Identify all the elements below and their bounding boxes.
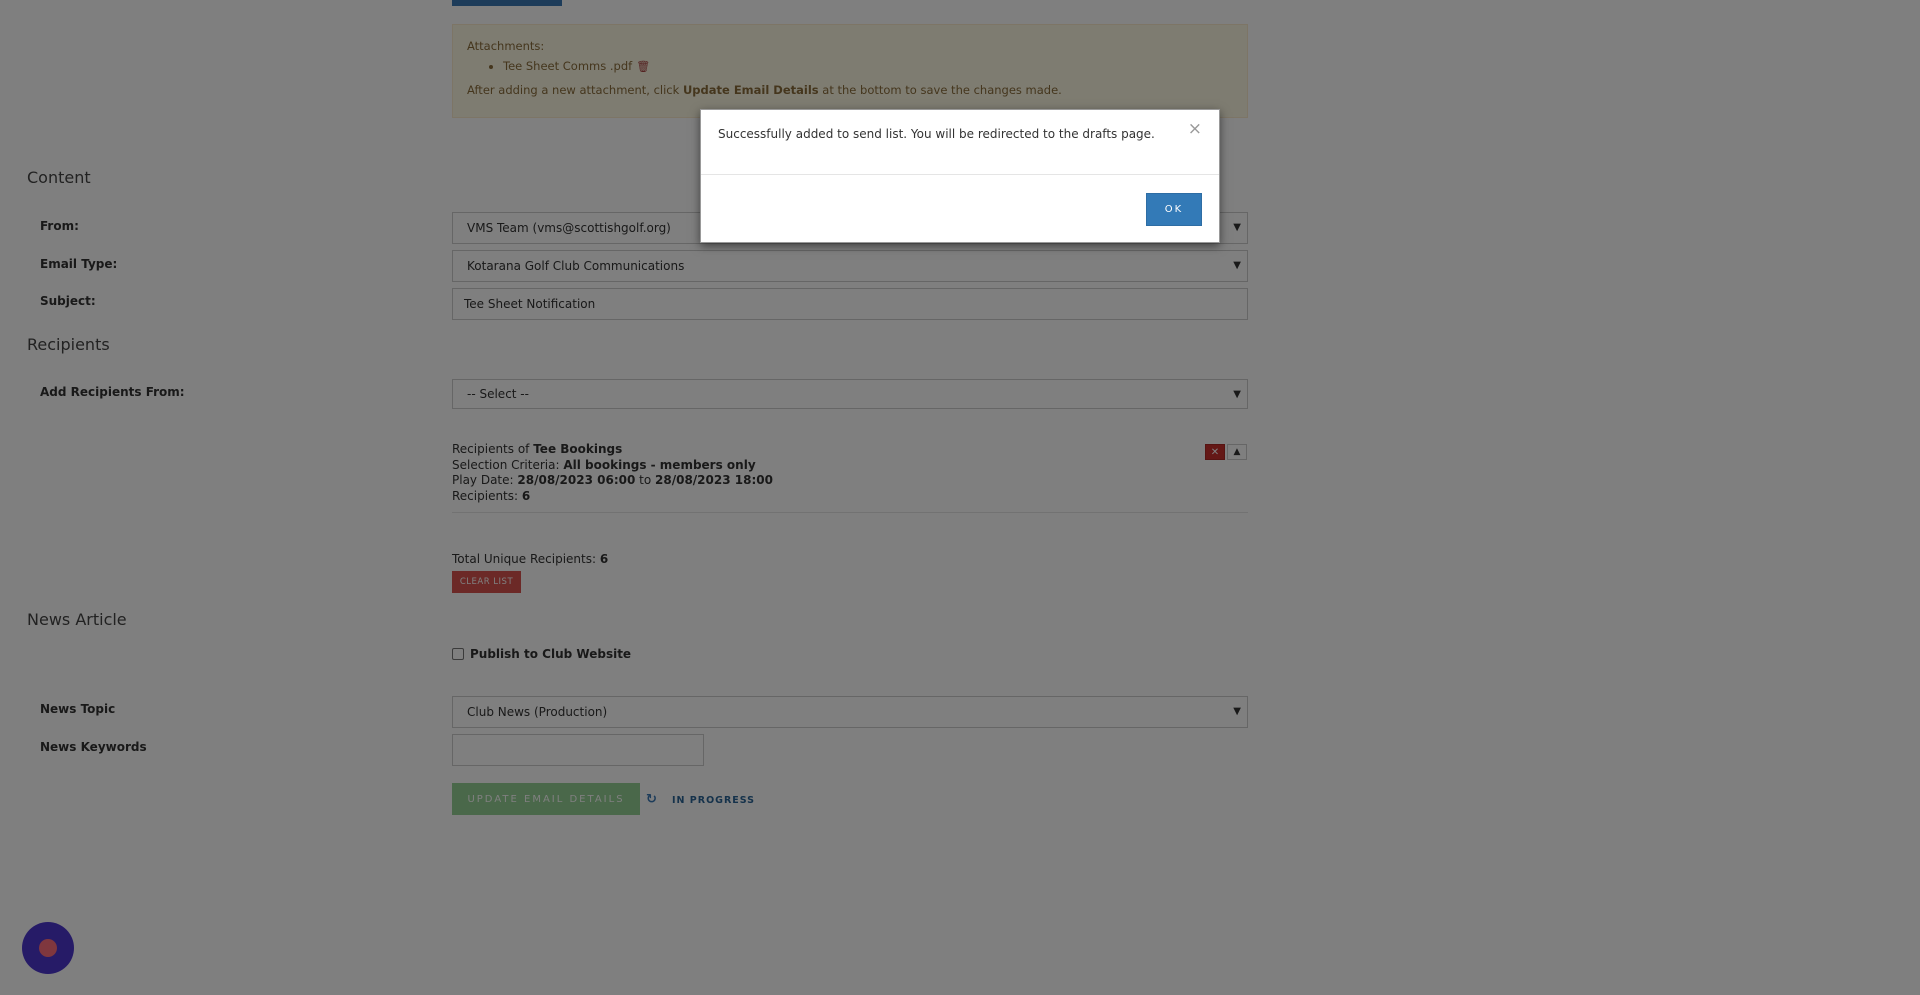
ok-button[interactable]: OK — [1146, 193, 1202, 226]
success-dialog: Successfully added to send list. You wil… — [700, 109, 1220, 243]
dialog-divider — [701, 174, 1219, 175]
dialog-message: Successfully added to send list. You wil… — [718, 127, 1155, 141]
close-icon[interactable]: × — [1188, 119, 1202, 139]
